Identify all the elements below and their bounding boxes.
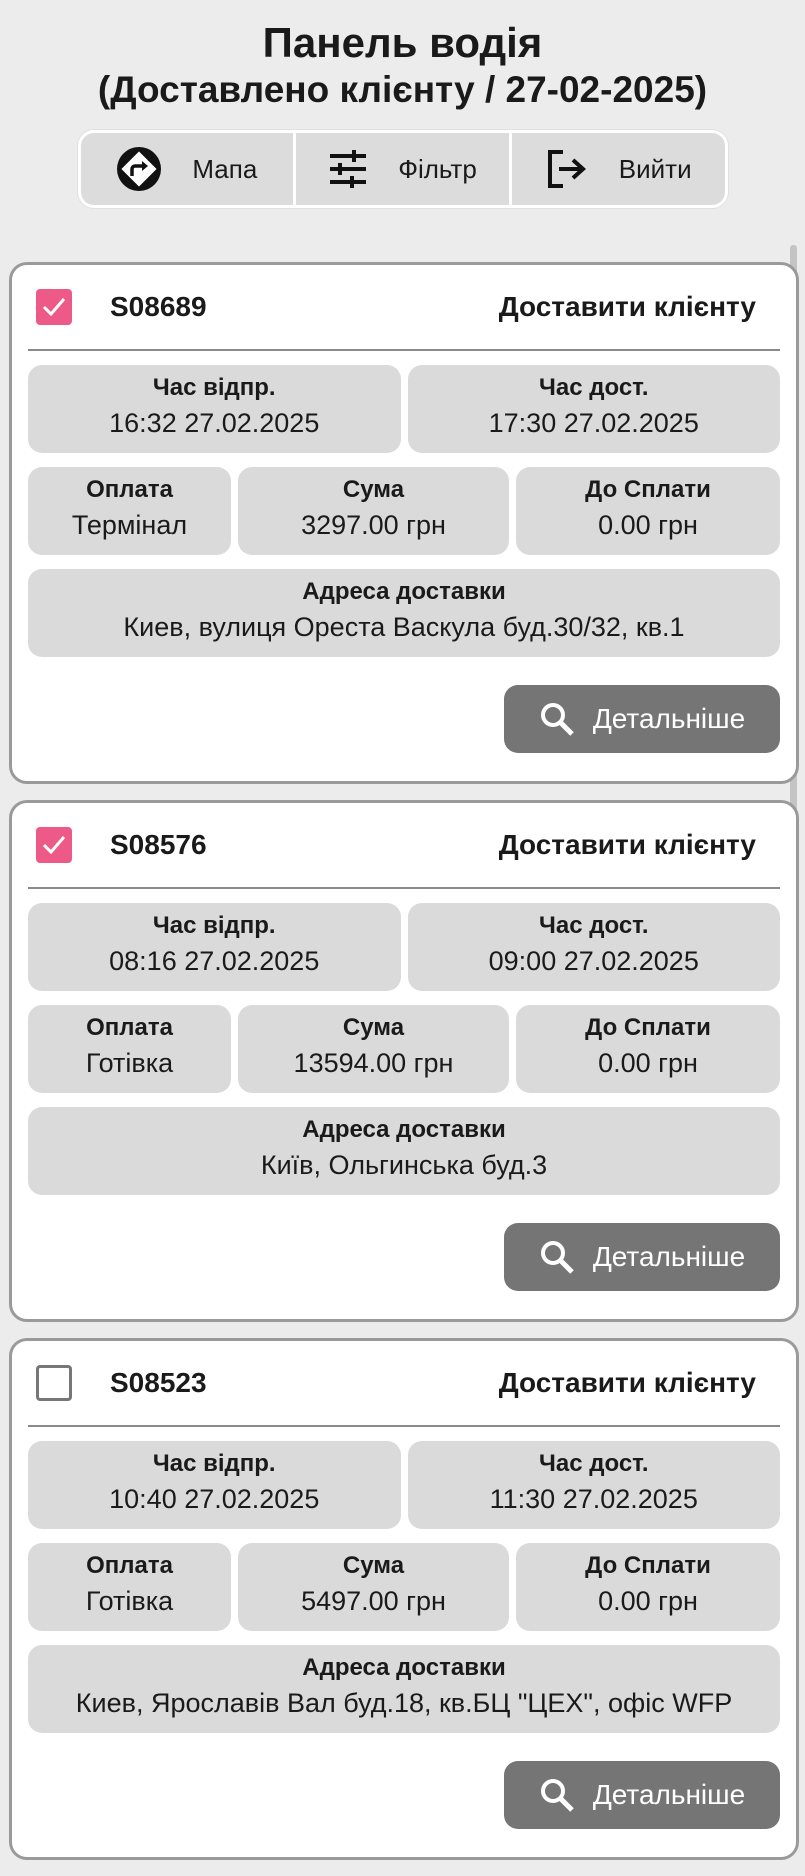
payment-value: Готівка bbox=[85, 1048, 174, 1078]
search-icon bbox=[540, 1241, 574, 1274]
toolbar: Мапа Фільтр Вийти bbox=[77, 130, 728, 208]
map-label: Мапа bbox=[192, 153, 258, 184]
payment-label: Оплата bbox=[86, 1552, 173, 1579]
address-value: Киев, вулиця Ореста Васкула буд.30/32, к… bbox=[123, 612, 685, 642]
delivery-time-label: Час дост. bbox=[539, 1450, 649, 1477]
address-value: Киев, Ярославів Вал буд.18, кв.БЦ "ЦЕХ",… bbox=[75, 1688, 733, 1718]
due-value: 0.00 грн bbox=[598, 1586, 698, 1616]
due-label: До Сплати bbox=[585, 476, 711, 503]
departure-time-cell: Час відпр. 10:40 27.02.2025 bbox=[28, 1441, 401, 1529]
order-status: Доставити клієнту bbox=[498, 1367, 756, 1398]
due-label: До Сплати bbox=[585, 1552, 711, 1579]
logout-icon bbox=[545, 149, 589, 189]
order-status: Доставити клієнту bbox=[498, 829, 756, 860]
search-icon bbox=[540, 703, 574, 736]
delivery-time-label: Час дост. bbox=[539, 374, 649, 401]
departure-time-value: 10:40 27.02.2025 bbox=[109, 1484, 320, 1514]
address-cell: Адреса доставки Київ, Ольгинська буд.3 bbox=[28, 1107, 780, 1195]
order-checkbox[interactable] bbox=[36, 827, 72, 863]
departure-time-cell: Час відпр. 08:16 27.02.2025 bbox=[28, 903, 401, 991]
departure-time-cell: Час відпр. 16:32 27.02.2025 bbox=[28, 365, 401, 453]
details-button-label: Детальніше bbox=[592, 1779, 746, 1810]
delivery-time-cell: Час дост. 17:30 27.02.2025 bbox=[407, 365, 780, 453]
tune-icon bbox=[328, 149, 368, 189]
amount-label: Сума bbox=[342, 476, 405, 503]
delivery-time-cell: Час дост. 11:30 27.02.2025 bbox=[407, 1441, 780, 1529]
page-title: Панель водія bbox=[262, 19, 543, 66]
checkmark-icon bbox=[42, 298, 66, 317]
details-button[interactable]: Детальніше bbox=[504, 1761, 780, 1829]
address-label: Адреса доставки bbox=[302, 578, 506, 605]
filter-label: Фільтр bbox=[398, 153, 477, 184]
amount-label: Сума bbox=[342, 1552, 405, 1579]
order-number: S08576 bbox=[110, 829, 207, 860]
checkmark-icon bbox=[42, 836, 66, 855]
due-cell: До Сплати 0.00 грн bbox=[516, 1543, 780, 1631]
payment-cell: Оплата Готівка bbox=[28, 1543, 231, 1631]
order-number: S08689 bbox=[110, 291, 207, 322]
details-button-label: Детальніше bbox=[592, 703, 746, 734]
delivery-time-label: Час дост. bbox=[539, 912, 649, 939]
amount-cell: Сума 5497.00 грн bbox=[238, 1543, 509, 1631]
orders-list: S08689 Доставити клієнту Час відпр. 16:3… bbox=[9, 262, 799, 1876]
search-icon bbox=[540, 1779, 574, 1812]
payment-label: Оплата bbox=[86, 476, 173, 503]
address-value: Київ, Ольгинська буд.3 bbox=[260, 1150, 548, 1180]
departure-time-value: 16:32 27.02.2025 bbox=[109, 408, 320, 438]
due-value: 0.00 грн bbox=[598, 510, 698, 540]
payment-label: Оплата bbox=[86, 1014, 173, 1041]
page-header: Панель водія (Доставлено клієнту / 27-02… bbox=[0, 0, 805, 208]
page-subtitle: (Доставлено клієнту / 27-02-2025) bbox=[97, 69, 708, 110]
address-label: Адреса доставки bbox=[302, 1654, 506, 1681]
order-number: S08523 bbox=[110, 1367, 207, 1398]
payment-cell: Оплата Термінал bbox=[28, 467, 231, 555]
order-card-header: S08689 Доставити клієнту bbox=[28, 265, 780, 351]
payment-value: Готівка bbox=[85, 1586, 174, 1616]
amount-label: Сума bbox=[342, 1014, 405, 1041]
delivery-time-value: 09:00 27.02.2025 bbox=[488, 946, 699, 976]
delivery-time-value: 17:30 27.02.2025 bbox=[488, 408, 699, 438]
address-label: Адреса доставки bbox=[302, 1116, 506, 1143]
logout-button[interactable]: Вийти bbox=[511, 133, 725, 205]
amount-value: 13594.00 грн bbox=[293, 1048, 454, 1078]
logout-label: Вийти bbox=[618, 153, 692, 184]
address-cell: Адреса доставки Киев, вулиця Ореста Васк… bbox=[28, 569, 780, 657]
order-checkbox[interactable] bbox=[36, 1365, 72, 1401]
address-cell: Адреса доставки Киев, Ярославів Вал буд.… bbox=[28, 1645, 780, 1733]
departure-time-value: 08:16 27.02.2025 bbox=[109, 946, 320, 976]
departure-time-label: Час відпр. bbox=[152, 912, 276, 939]
order-status: Доставити клієнту bbox=[498, 291, 756, 322]
details-button[interactable]: Детальніше bbox=[504, 685, 780, 753]
amount-cell: Сума 13594.00 грн bbox=[238, 1005, 509, 1093]
details-button[interactable]: Детальніше bbox=[504, 1223, 780, 1291]
due-value: 0.00 грн bbox=[598, 1048, 698, 1078]
due-cell: До Сплати 0.00 грн bbox=[516, 467, 780, 555]
payment-cell: Оплата Готівка bbox=[28, 1005, 231, 1093]
amount-value: 5497.00 грн bbox=[301, 1586, 446, 1616]
order-card: S08576 Доставити клієнту Час відпр. 08:1… bbox=[9, 800, 799, 1322]
departure-time-label: Час відпр. bbox=[152, 374, 276, 401]
amount-value: 3297.00 грн bbox=[301, 510, 446, 540]
delivery-time-cell: Час дост. 09:00 27.02.2025 bbox=[407, 903, 780, 991]
order-card: S08523 Доставити клієнту Час відпр. 10:4… bbox=[9, 1338, 799, 1860]
filter-button[interactable]: Фільтр bbox=[296, 133, 509, 205]
order-card-header: S08576 Доставити клієнту bbox=[28, 803, 780, 889]
due-label: До Сплати bbox=[585, 1014, 711, 1041]
due-cell: До Сплати 0.00 грн bbox=[516, 1005, 780, 1093]
order-checkbox[interactable] bbox=[36, 289, 72, 325]
directions-icon bbox=[116, 146, 162, 192]
amount-cell: Сума 3297.00 грн bbox=[238, 467, 509, 555]
order-card: S08689 Доставити клієнту Час відпр. 16:3… bbox=[9, 262, 799, 784]
departure-time-label: Час відпр. bbox=[152, 1450, 276, 1477]
delivery-time-value: 11:30 27.02.2025 bbox=[489, 1484, 698, 1514]
order-card-header: S08523 Доставити клієнту bbox=[28, 1341, 780, 1427]
details-button-label: Детальніше bbox=[592, 1241, 746, 1272]
map-button[interactable]: Мапа bbox=[80, 133, 294, 205]
payment-value: Термінал bbox=[71, 510, 188, 540]
